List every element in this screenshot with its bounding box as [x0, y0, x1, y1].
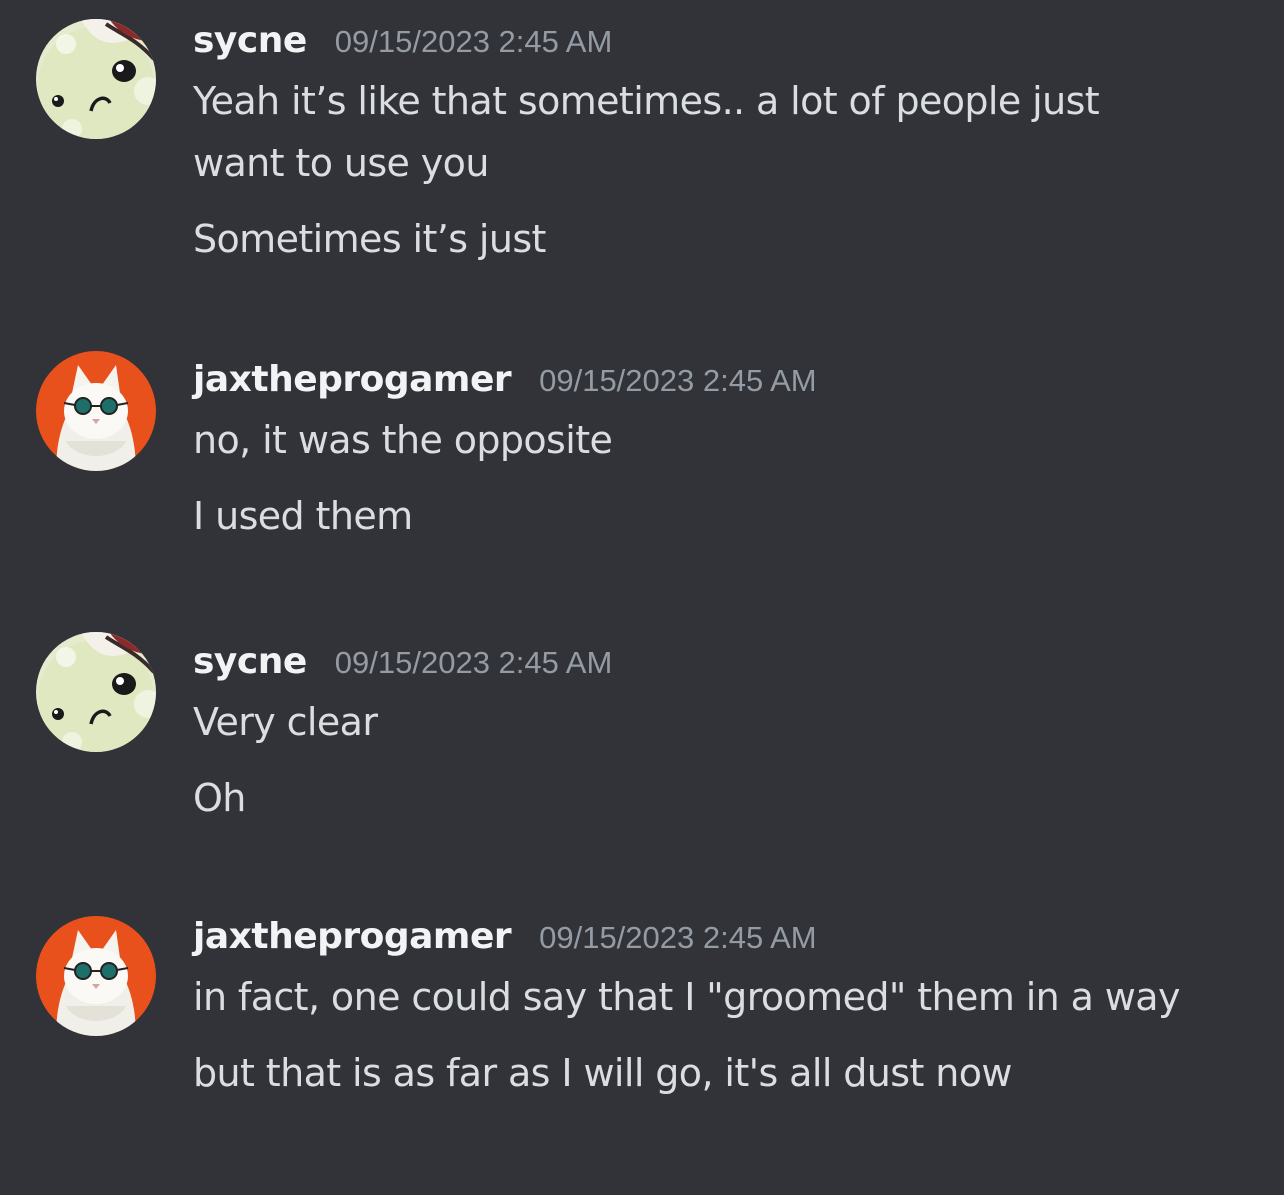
- message-text: Yeah it’s like that sometimes.. a lot of…: [193, 79, 1100, 185]
- avatar[interactable]: [36, 351, 156, 471]
- timestamp[interactable]: 09/15/2023 2:45 AM: [539, 356, 817, 406]
- cat-with-sunglasses-avatar-icon: [36, 351, 156, 471]
- avatar[interactable]: [36, 19, 156, 139]
- username[interactable]: jaxtheprogamer: [193, 912, 512, 962]
- chat-message-list: sycne 09/15/2023 2:45 AM Yeah it’s like …: [0, 0, 1284, 1195]
- message-text: I used them: [193, 494, 413, 538]
- message-header: jaxtheprogamer 09/15/2023 2:45 AM: [193, 355, 1224, 405]
- cat-with-sunglasses-avatar-icon: [36, 916, 156, 1036]
- avatar[interactable]: [36, 632, 156, 752]
- message-header: jaxtheprogamer 09/15/2023 2:45 AM: [193, 912, 1224, 962]
- message-text: no, it was the opposite: [193, 418, 613, 462]
- cartoon-face-avatar-icon: [36, 632, 156, 752]
- message-content: sycne 09/15/2023 2:45 AM Very clear Oh: [193, 637, 1224, 829]
- timestamp[interactable]: 09/15/2023 2:45 AM: [335, 638, 613, 688]
- timestamp[interactable]: 09/15/2023 2:45 AM: [539, 913, 817, 963]
- username[interactable]: sycne: [193, 637, 307, 687]
- message-text: Sometimes it’s just: [193, 217, 546, 261]
- message-header: sycne 09/15/2023 2:45 AM: [193, 16, 1224, 66]
- username[interactable]: jaxtheprogamer: [193, 355, 512, 405]
- message-content: jaxtheprogamer 09/15/2023 2:45 AM no, it…: [193, 355, 1224, 547]
- message-text: in fact, one could say that I "groomed" …: [193, 975, 1180, 1019]
- message-header: sycne 09/15/2023 2:45 AM: [193, 637, 1224, 687]
- message-content: jaxtheprogamer 09/15/2023 2:45 AM in fac…: [193, 912, 1224, 1104]
- timestamp[interactable]: 09/15/2023 2:45 AM: [335, 17, 613, 67]
- cartoon-face-avatar-icon: [36, 19, 156, 139]
- message-text: Oh: [193, 776, 246, 820]
- message-text: but that is as far as I will go, it's al…: [193, 1051, 1012, 1095]
- message-text: Very clear: [193, 700, 378, 744]
- message-content: sycne 09/15/2023 2:45 AM Yeah it’s like …: [193, 16, 1224, 270]
- avatar[interactable]: [36, 916, 156, 1036]
- username[interactable]: sycne: [193, 16, 307, 66]
